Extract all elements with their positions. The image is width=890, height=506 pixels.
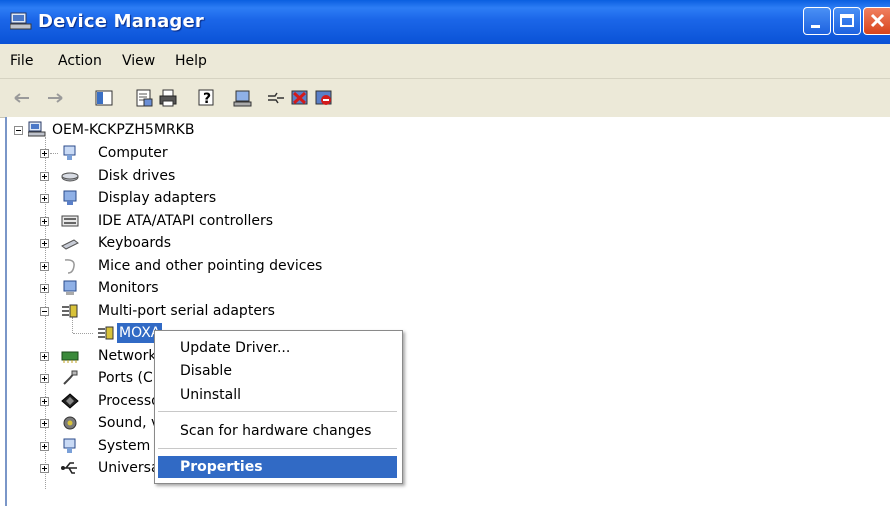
network-icon — [61, 351, 79, 363]
collapse-toggle[interactable] — [40, 307, 49, 316]
tree-item-label: Disk drives — [98, 168, 176, 184]
tree-item-label: Multi-port serial adapters — [98, 303, 275, 319]
menu-view[interactable]: View — [122, 53, 155, 69]
disk-drive-icon — [61, 172, 79, 182]
expand-toggle[interactable] — [40, 239, 49, 248]
display-adapter-icon — [63, 190, 77, 205]
tree-item-keyboards[interactable]: Keyboards — [37, 233, 337, 253]
expand-toggle[interactable] — [40, 442, 49, 451]
mouse-icon — [64, 259, 75, 274]
expand-toggle[interactable] — [40, 149, 49, 158]
maximize-button[interactable] — [833, 7, 861, 35]
tree-item-label: Mice and other pointing devices — [98, 258, 323, 274]
collapse-toggle[interactable] — [14, 126, 23, 135]
device-manager-icon — [10, 12, 32, 30]
expand-toggle[interactable] — [40, 172, 49, 181]
disable-icon[interactable] — [314, 88, 334, 108]
back-arrow-icon[interactable] — [12, 88, 32, 108]
tree-root[interactable]: OEM-KCKPZH5MRKB — [11, 120, 311, 140]
tree-item-multiport-serial[interactable]: Multi-port serial adapters — [37, 301, 357, 321]
menu-item-uninstall[interactable]: Uninstall — [158, 384, 397, 406]
expand-toggle[interactable] — [40, 352, 49, 361]
update-driver-icon[interactable] — [266, 88, 286, 108]
scan-hardware-icon[interactable] — [233, 88, 253, 108]
keyboard-icon — [61, 239, 79, 250]
tree-item-label: Processo — [98, 393, 160, 409]
menu-item-update-driver[interactable]: Update Driver... — [158, 337, 397, 359]
uninstall-icon[interactable] — [290, 88, 310, 108]
tree-item-label: Keyboards — [98, 235, 172, 251]
help-icon[interactable]: ? — [197, 88, 217, 108]
tree-item-disk-drives[interactable]: Disk drives — [37, 166, 337, 186]
computer-root-icon — [28, 121, 46, 137]
expand-toggle[interactable] — [40, 284, 49, 293]
tree-item-computer[interactable]: Computer — [37, 143, 337, 163]
expand-toggle[interactable] — [40, 194, 49, 203]
tree-item-mice[interactable]: Mice and other pointing devices — [37, 256, 357, 276]
tree-item-label: Display adapters — [98, 190, 217, 206]
processor-icon — [61, 393, 79, 409]
menu-file[interactable]: File — [10, 53, 33, 69]
menu-action[interactable]: Action — [58, 53, 102, 69]
tree-line — [73, 333, 93, 334]
menu-bar: File Action View Help — [0, 44, 890, 79]
tree-item-label: Network — [98, 348, 157, 364]
tree-item-display-adapters[interactable]: Display adapters — [37, 188, 337, 208]
tree-item-label: Monitors — [98, 280, 159, 296]
forward-arrow-icon[interactable] — [45, 88, 65, 108]
menu-separator — [158, 411, 397, 412]
tree-item-label: Universa — [98, 460, 160, 476]
close-button[interactable] — [863, 7, 890, 35]
menu-separator — [158, 448, 397, 449]
monitor-icon — [63, 280, 77, 295]
tree-item-label: IDE ATA/ATAPI controllers — [98, 213, 274, 229]
tree-item-label: Ports (C — [98, 370, 153, 386]
computer-icon — [63, 145, 76, 160]
ide-controller-icon — [61, 215, 79, 227]
tree-root-label: OEM-KCKPZH5MRKB — [52, 122, 195, 138]
menu-help[interactable]: Help — [175, 53, 207, 69]
tree-line — [50, 153, 58, 154]
expand-toggle[interactable] — [40, 374, 49, 383]
expand-toggle[interactable] — [40, 464, 49, 473]
title-bar[interactable]: Device Manager — [0, 0, 890, 44]
menu-item-scan-hardware[interactable]: Scan for hardware changes — [158, 420, 397, 442]
expand-toggle[interactable] — [40, 397, 49, 406]
expand-toggle[interactable] — [40, 419, 49, 428]
tree-item-label: Sound, v — [98, 415, 160, 431]
svg-text:?: ? — [203, 91, 211, 107]
expand-toggle[interactable] — [40, 217, 49, 226]
system-icon — [63, 438, 76, 453]
tree-item-monitors[interactable]: Monitors — [37, 278, 337, 298]
window-title: Device Manager — [38, 11, 204, 32]
show-hide-console-tree-icon[interactable] — [94, 88, 114, 108]
menu-item-disable[interactable]: Disable — [158, 360, 397, 382]
port-icon — [63, 370, 78, 385]
print-icon[interactable] — [158, 88, 178, 108]
serial-adapter-icon — [62, 304, 78, 318]
tree-item-ide-controllers[interactable]: IDE ATA/ATAPI controllers — [37, 211, 337, 231]
device-tree[interactable]: OEM-KCKPZH5MRKB Computer Disk drives Dis… — [5, 117, 890, 506]
expand-toggle[interactable] — [40, 262, 49, 271]
serial-adapter-icon — [98, 326, 114, 340]
sound-icon — [63, 416, 77, 430]
menu-item-properties[interactable]: Properties — [158, 456, 397, 478]
properties-icon[interactable] — [134, 88, 154, 108]
minimize-icon — [811, 25, 820, 28]
context-menu: Update Driver... Disable Uninstall Scan … — [154, 330, 403, 484]
maximize-icon — [840, 14, 854, 27]
close-icon — [870, 13, 885, 28]
minimize-button[interactable] — [803, 7, 831, 35]
toolbar: ? — [0, 79, 890, 118]
usb-icon — [61, 462, 77, 474]
tree-item-label: Computer — [98, 145, 168, 161]
